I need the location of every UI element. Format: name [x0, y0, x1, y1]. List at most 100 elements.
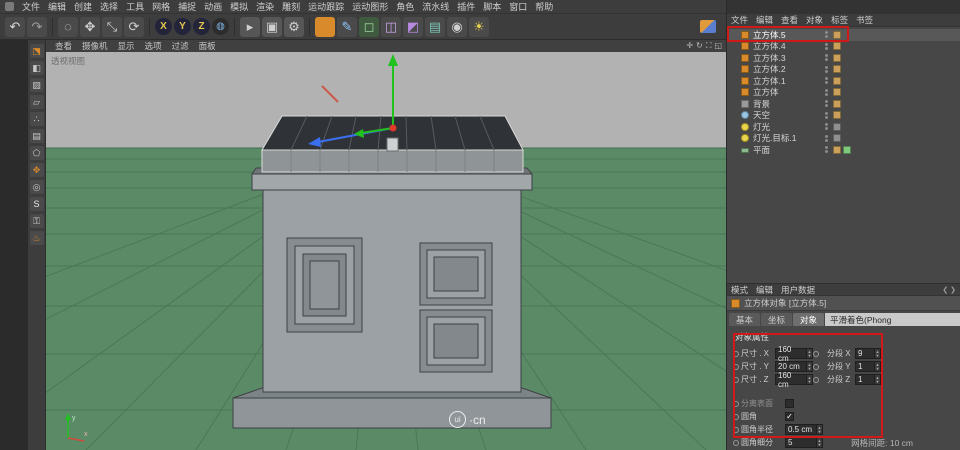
tab-对象[interactable]: 对象 — [793, 313, 824, 326]
render-view-icon[interactable]: ▸ — [240, 17, 260, 37]
render-settings-icon[interactable]: ⚙ — [284, 17, 304, 37]
keyframe-dot[interactable] — [813, 377, 819, 383]
polygons-mode-icon[interactable]: ⬠ — [30, 146, 44, 160]
object-row-立方体.4[interactable]: 立方体.4 — [727, 41, 960, 53]
move-tool-icon[interactable]: ✥ — [80, 17, 100, 37]
keyframe-dot[interactable] — [733, 427, 739, 433]
object-manager-menu-标签[interactable]: 标签 — [827, 14, 852, 26]
viewport-menu-查看[interactable]: 查看 — [50, 40, 77, 52]
visibility-dots[interactable] — [825, 146, 828, 153]
points-mode-icon[interactable]: ∴ — [30, 112, 44, 126]
segment-input[interactable]: 9▲▼ — [855, 348, 881, 359]
visibility-dots[interactable] — [825, 77, 828, 84]
fillet-checkbox[interactable]: ✓ — [785, 412, 794, 421]
keyframe-dot[interactable] — [733, 414, 739, 420]
keyframe-dot[interactable] — [733, 440, 739, 446]
undo-icon[interactable]: ↶ — [5, 17, 25, 37]
house-model[interactable] — [233, 116, 551, 428]
light-icon[interactable]: ☀ — [469, 17, 489, 37]
stepper[interactable]: ▲▼ — [874, 375, 880, 384]
attribute-manager-menu-用户数据[interactable]: 用户数据 — [777, 284, 819, 296]
z-axis-lock-icon[interactable]: Z — [193, 18, 210, 35]
object-tags[interactable] — [833, 42, 841, 50]
object-tags[interactable] — [833, 65, 841, 73]
object-row-背景[interactable]: 背景 — [727, 98, 960, 110]
menu-网格[interactable]: 网格 — [148, 0, 174, 13]
visibility-dots[interactable] — [825, 54, 828, 61]
object-manager-menu-书签[interactable]: 书签 — [852, 14, 877, 26]
object-tags[interactable] — [833, 134, 841, 142]
visibility-dots[interactable] — [825, 100, 828, 107]
stepper[interactable]: ▲▼ — [816, 425, 822, 434]
live-selection-icon[interactable]: ◌ — [58, 17, 78, 37]
perspective-viewport[interactable]: 透视视图 y x ui ·cn — [46, 52, 726, 450]
fillet-subdivision-input[interactable]: 5 ▲▼ — [785, 437, 823, 448]
make-editable-icon[interactable]: ⬔ — [30, 44, 44, 58]
attribute-manager-menu-编辑[interactable]: 编辑 — [752, 284, 777, 296]
scale-tool-icon[interactable]: ⤡ — [102, 17, 122, 37]
enable-axis-icon[interactable]: ✥ — [30, 163, 44, 177]
visibility-dots[interactable] — [825, 89, 828, 96]
segment-input[interactable]: 1▲▼ — [855, 361, 881, 372]
stepper[interactable]: ▲▼ — [874, 362, 880, 371]
viewport-zoom-icon[interactable]: ⛶ — [706, 41, 712, 51]
object-manager-menu-文件[interactable]: 文件 — [727, 14, 752, 26]
environment-icon[interactable]: ▤ — [425, 17, 445, 37]
tab-坐标[interactable]: 坐标 — [761, 313, 792, 326]
menu-运动跟踪[interactable]: 运动跟踪 — [304, 0, 348, 13]
size-input[interactable]: 160 cm▲▼ — [775, 348, 813, 359]
workplane-mode-icon[interactable]: ▱ — [30, 95, 44, 109]
menu-工具[interactable]: 工具 — [122, 0, 148, 13]
attribute-history-arrows[interactable]: ❮ ❯ — [942, 286, 960, 294]
tab-phong[interactable]: 平滑着色(Phong — [825, 313, 960, 326]
array-generator-icon[interactable]: ◫ — [381, 17, 401, 37]
viewport-pan-icon[interactable]: ✛ — [686, 41, 693, 51]
subdivision-surface-icon[interactable]: ◻ — [359, 17, 379, 37]
visibility-dots[interactable] — [825, 123, 828, 130]
menu-创建[interactable]: 创建 — [70, 0, 96, 13]
snap-icon[interactable]: S — [30, 197, 44, 211]
stepper[interactable]: ▲▼ — [806, 375, 812, 384]
menu-流水线[interactable]: 流水线 — [418, 0, 453, 13]
object-tags[interactable] — [833, 54, 841, 62]
menu-动画[interactable]: 动画 — [200, 0, 226, 13]
texture-mode-icon[interactable]: ▨ — [30, 78, 44, 92]
stepper[interactable]: ▲▼ — [806, 349, 812, 358]
viewport-toggle-icon[interactable]: ◱ — [714, 41, 722, 51]
menu-选择[interactable]: 选择 — [96, 0, 122, 13]
visibility-dots[interactable] — [825, 31, 828, 38]
object-tags[interactable] — [833, 111, 841, 119]
object-tags[interactable] — [833, 146, 851, 154]
menu-雕刻[interactable]: 雕刻 — [278, 0, 304, 13]
menu-渲染[interactable]: 渲染 — [252, 0, 278, 13]
menu-运动图形[interactable]: 运动图形 — [348, 0, 392, 13]
rotate-tool-icon[interactable]: ⟳ — [124, 17, 144, 37]
menu-文件[interactable]: 文件 — [18, 0, 44, 13]
object-row-立方体.3[interactable]: 立方体.3 — [727, 52, 960, 64]
keyframe-dot[interactable] — [733, 401, 739, 407]
object-tags[interactable] — [833, 88, 841, 96]
object-tags[interactable] — [833, 100, 841, 108]
menu-插件[interactable]: 插件 — [453, 0, 479, 13]
menu-窗口[interactable]: 窗口 — [505, 0, 531, 13]
redo-icon[interactable]: ↷ — [27, 17, 47, 37]
object-row-平面[interactable]: 平面 — [727, 144, 960, 156]
model-mode-icon[interactable]: ◧ — [30, 61, 44, 75]
object-manager-menu-对象[interactable]: 对象 — [802, 14, 827, 26]
object-row-灯光.目标.1[interactable]: 灯光.目标.1 — [727, 133, 960, 145]
attribute-manager-menu-模式[interactable]: 模式 — [727, 284, 752, 296]
object-tags[interactable] — [833, 77, 841, 85]
deformer-icon[interactable]: ◩ — [403, 17, 423, 37]
object-row-立方体[interactable]: 立方体 — [727, 87, 960, 99]
x-axis-lock-icon[interactable]: X — [155, 18, 172, 35]
visibility-dots[interactable] — [825, 66, 828, 73]
menu-角色[interactable]: 角色 — [392, 0, 418, 13]
menu-编辑[interactable]: 编辑 — [44, 0, 70, 13]
viewport-rotate-icon[interactable]: ↻ — [696, 41, 703, 51]
separate-surfaces-checkbox[interactable] — [785, 399, 794, 408]
object-row-立方体.1[interactable]: 立方体.1 — [727, 75, 960, 87]
menu-脚本[interactable]: 脚本 — [479, 0, 505, 13]
object-manager-list[interactable]: 立方体.5立方体.4立方体.3立方体.2立方体.1立方体背景天空灯光灯光.目标.… — [727, 27, 960, 283]
edges-mode-icon[interactable]: ▤ — [30, 129, 44, 143]
keyframe-dot[interactable] — [733, 364, 739, 370]
